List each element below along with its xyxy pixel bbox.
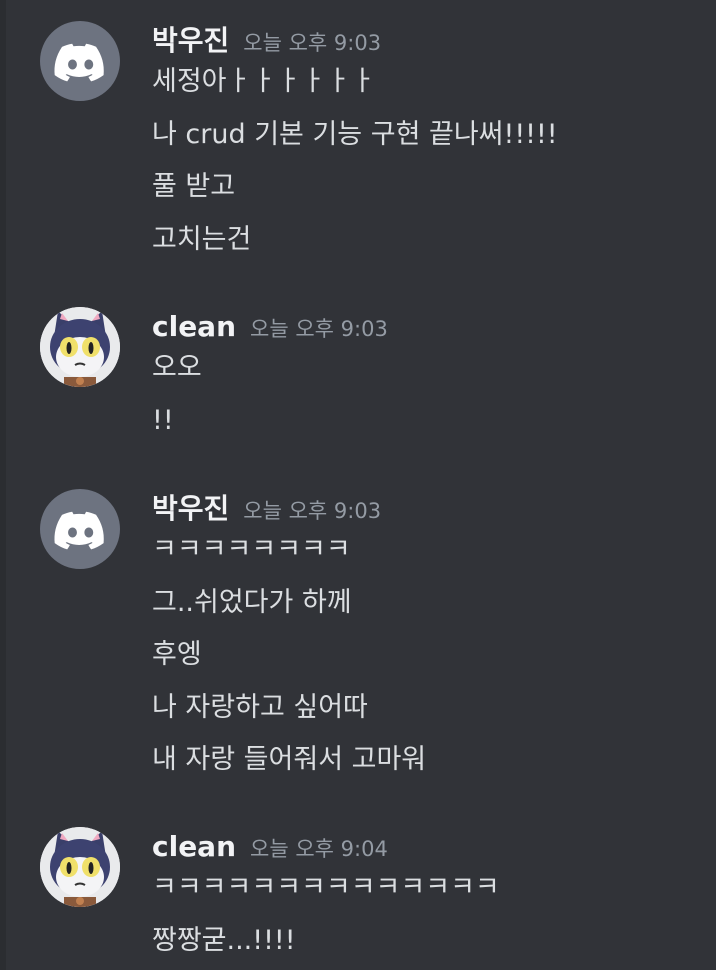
message-header: clean 오늘 오후 9:04 [152,827,388,867]
message-text[interactable]: 내 자랑 들어줘서 고마워 [152,740,426,780]
message-text[interactable]: 나 crud 기본 기능 구현 끝나써!!!!! [152,115,558,155]
message-text[interactable]: ㅋㅋㅋㅋㅋㅋㅋㅋ [152,530,351,570]
message-text[interactable]: 고치는건 [152,220,251,260]
discord-logo-icon [54,43,104,82]
username[interactable]: clean [152,830,236,863]
timestamp[interactable]: 오늘 오후 9:03 [250,317,388,341]
message-header: 박우진 오늘 오후 9:03 [152,21,381,61]
avatar[interactable] [40,827,120,907]
message-text[interactable]: 후엥 [152,635,202,675]
cat-character-icon [40,827,120,907]
chat-message-list[interactable]: 박우진 오늘 오후 9:03 세정아ㅏㅏㅏㅏㅏㅏ 나 crud 기본 기능 구현 … [0,0,716,970]
discord-logo-icon [54,511,104,550]
username[interactable]: 박우진 [152,24,229,57]
timestamp[interactable]: 오늘 오후 9:03 [243,499,381,523]
message-text[interactable]: 짱짱굳...!!!! [152,921,296,961]
message-text[interactable]: !! [152,401,174,441]
message-text[interactable]: 세정아ㅏㅏㅏㅏㅏㅏ [152,62,376,102]
timestamp[interactable]: 오늘 오후 9:03 [243,31,381,55]
username[interactable]: 박우진 [152,492,229,525]
message-text[interactable]: ㅋㅋㅋㅋㅋㅋㅋㅋㅋㅋㅋㅋㅋㅋ [152,868,500,908]
timestamp[interactable]: 오늘 오후 9:04 [250,837,388,861]
message-header: 박우진 오늘 오후 9:03 [152,489,381,529]
avatar[interactable] [40,489,120,569]
cat-character-icon [40,307,120,387]
avatar[interactable] [40,307,120,387]
message-text[interactable]: 나 자랑하고 싶어따 [152,688,368,728]
avatar[interactable] [40,21,120,101]
username[interactable]: clean [152,310,236,343]
message-header: clean 오늘 오후 9:03 [152,307,388,347]
message-text[interactable]: 그..쉬었다가 하께 [152,583,352,623]
message-text[interactable]: 풀 받고 [152,167,235,207]
message-text[interactable]: 오오 [152,348,202,388]
